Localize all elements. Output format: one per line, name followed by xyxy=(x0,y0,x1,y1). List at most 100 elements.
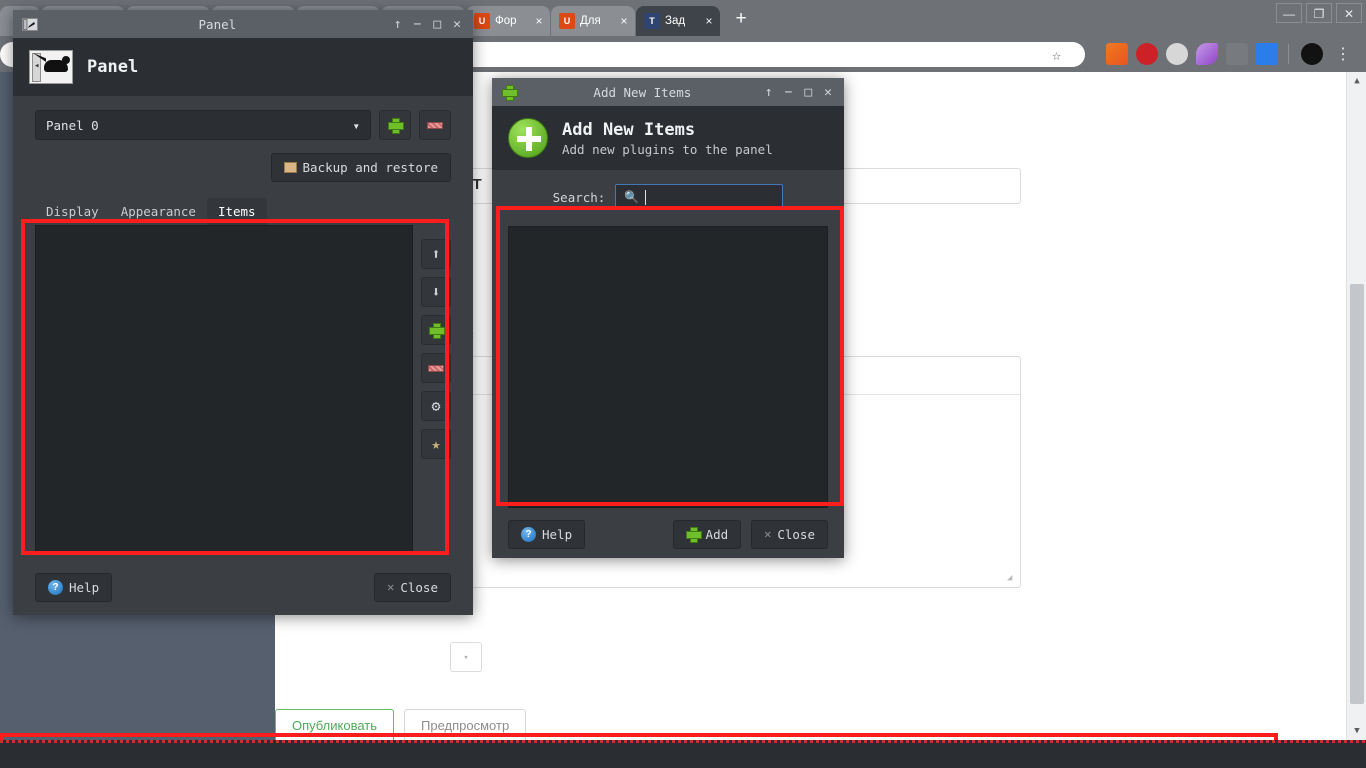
pinterest-extension-icon[interactable] xyxy=(1136,43,1158,65)
help-label: Help xyxy=(69,579,100,595)
window-close-button[interactable]: ✕ xyxy=(1336,3,1362,23)
tab-label: Для xyxy=(580,15,601,27)
add-items-close-button[interactable]: ✕ Close xyxy=(751,519,828,549)
add-items-window-buttons: ↑ − □ ✕ xyxy=(765,85,844,100)
scroll-up-arrow-icon[interactable]: ▲ xyxy=(1347,72,1366,90)
scrollbar-thumb[interactable] xyxy=(1350,284,1364,704)
plus-icon xyxy=(429,323,445,339)
scroll-down-arrow-icon[interactable]: ▼ xyxy=(1347,722,1366,740)
panel-header-title: Panel xyxy=(87,57,139,77)
add-item-button[interactable] xyxy=(421,315,451,345)
tab-display[interactable]: Display xyxy=(35,198,110,225)
add-label: Add xyxy=(705,526,729,542)
taskbar-accent-strip xyxy=(0,740,1366,743)
xfce-taskbar[interactable] xyxy=(0,740,1366,768)
feather-extension-icon[interactable] xyxy=(1196,43,1218,65)
preview-button[interactable]: Предпросмотр xyxy=(404,709,527,740)
remove-item-button[interactable] xyxy=(421,353,451,383)
panel-help-button[interactable]: ? Help xyxy=(35,572,113,602)
question-icon: ? xyxy=(48,579,63,595)
search-input[interactable]: 🔍 xyxy=(615,184,784,210)
item-properties-button[interactable]: ⚙ xyxy=(421,391,451,421)
close-icon[interactable]: ✕ xyxy=(824,85,832,100)
add-items-body: Search: 🔍 xyxy=(492,170,844,516)
forum-icon: T xyxy=(644,13,660,29)
move-up-button[interactable]: ⬆ xyxy=(421,239,451,269)
move-down-button[interactable]: ⬇ xyxy=(421,277,451,307)
plus-icon xyxy=(498,85,520,101)
action-buttons: Опубликовать Предпросмотр xyxy=(275,709,527,740)
profile-avatar-icon[interactable] xyxy=(1301,43,1323,65)
tab-items[interactable]: Items xyxy=(206,198,267,225)
add-items-titlebar[interactable]: Add New Items ↑ − □ ✕ xyxy=(492,78,844,106)
about-item-button[interactable]: ★ xyxy=(421,429,451,459)
tab-close-icon[interactable]: × xyxy=(532,14,546,28)
browser-menu-icon[interactable]: ⋮ xyxy=(1335,46,1351,62)
panel-dialog-titlebar[interactable]: Panel ↑ − □ ✕ xyxy=(13,10,473,38)
add-new-items-dialog: Add New Items ↑ − □ ✕ Add New Items Add … xyxy=(492,78,844,558)
tab-label: Фор xyxy=(495,15,517,27)
gear-extension-icon[interactable] xyxy=(1166,43,1188,65)
tab-7[interactable]: U Для × xyxy=(551,6,635,36)
chevron-down-icon: ▾ xyxy=(352,117,360,133)
screen: × VK Воп × VK Пом × VK kom × VK Lin × xyxy=(0,0,1366,768)
gear-icon: ⚙ xyxy=(431,397,441,415)
panel-combo-value: Panel 0 xyxy=(46,117,99,133)
resize-grip-icon[interactable]: ◢ xyxy=(1007,574,1017,584)
maximize-icon[interactable]: □ xyxy=(433,17,441,32)
panel-tabs: Display Appearance Items xyxy=(35,198,451,225)
item-toolbar: ⬆ ⬇ ⚙ ★ xyxy=(421,225,451,555)
shade-icon[interactable]: ↑ xyxy=(765,85,773,100)
add-items-header-title: Add New Items xyxy=(562,119,696,140)
add-panel-button[interactable] xyxy=(379,110,411,140)
close-icon: ✕ xyxy=(387,580,395,594)
maximize-icon[interactable]: □ xyxy=(804,85,812,100)
search-label: Search: xyxy=(552,189,606,205)
tab-6[interactable]: U Фор × xyxy=(466,6,550,36)
tab-8-active[interactable]: T Зад × xyxy=(636,6,720,36)
add-item-confirm-button[interactable]: Add xyxy=(672,519,742,549)
new-tab-button[interactable]: + xyxy=(727,6,755,34)
window-maximize-button[interactable]: ❐ xyxy=(1306,3,1332,23)
plus-icon xyxy=(388,118,404,134)
add-items-header-text: Add New Items Add new plugins to the pan… xyxy=(562,120,773,157)
question-icon: ? xyxy=(521,526,536,542)
backup-and-restore-button[interactable]: Backup and restore xyxy=(270,153,451,182)
tab-close-icon[interactable]: × xyxy=(702,14,716,28)
page-scrollbar[interactable]: ▲ ▼ xyxy=(1346,72,1366,740)
tab-appearance[interactable]: Appearance xyxy=(110,198,207,225)
shade-icon[interactable]: ↑ xyxy=(394,17,402,32)
window-minimize-button[interactable]: — xyxy=(1276,3,1302,23)
text-caret xyxy=(645,189,647,205)
arrow-up-icon: ⬆ xyxy=(431,245,441,263)
panel-icon xyxy=(19,17,41,31)
balance-extension-icon[interactable] xyxy=(1226,43,1248,65)
minus-icon xyxy=(428,364,444,372)
bookmark-star-icon[interactable]: ☆ xyxy=(1052,48,1068,64)
items-panel: ⬆ ⬇ ⚙ ★ xyxy=(35,225,451,555)
ubuntu-icon: U xyxy=(559,13,575,29)
panel-items-list[interactable] xyxy=(35,225,413,555)
publish-button[interactable]: Опубликовать xyxy=(275,709,395,740)
minimize-icon[interactable]: − xyxy=(414,17,422,32)
panel-close-button[interactable]: ✕ Close xyxy=(374,572,451,602)
gdocs-extension-icon[interactable] xyxy=(1256,43,1278,65)
search-icon: 🔍 xyxy=(624,190,640,204)
extension-bar: ⋮ xyxy=(1098,43,1351,65)
minus-icon xyxy=(427,121,443,129)
add-items-help-button[interactable]: ? Help xyxy=(508,519,586,549)
panel-preferences-dialog: Panel ↑ − □ ✕ Panel Panel 0 ▾ xyxy=(13,10,473,615)
backup-row: Backup and restore xyxy=(35,153,451,182)
chart-extension-icon[interactable] xyxy=(1106,43,1128,65)
backup-label: Backup and restore xyxy=(302,160,438,175)
add-items-large-plus-icon xyxy=(508,118,548,158)
tab-close-icon[interactable]: × xyxy=(617,14,631,28)
window-controls: — ❐ ✕ xyxy=(1276,3,1362,23)
page-select[interactable]: ▾ xyxy=(450,642,482,672)
panel-combo[interactable]: Panel 0 ▾ xyxy=(35,110,371,140)
close-icon[interactable]: ✕ xyxy=(453,17,461,32)
add-items-header: Add New Items Add new plugins to the pan… xyxy=(492,106,844,170)
minimize-icon[interactable]: − xyxy=(785,85,793,100)
plugins-list[interactable] xyxy=(508,226,828,508)
remove-panel-button[interactable] xyxy=(419,110,451,140)
